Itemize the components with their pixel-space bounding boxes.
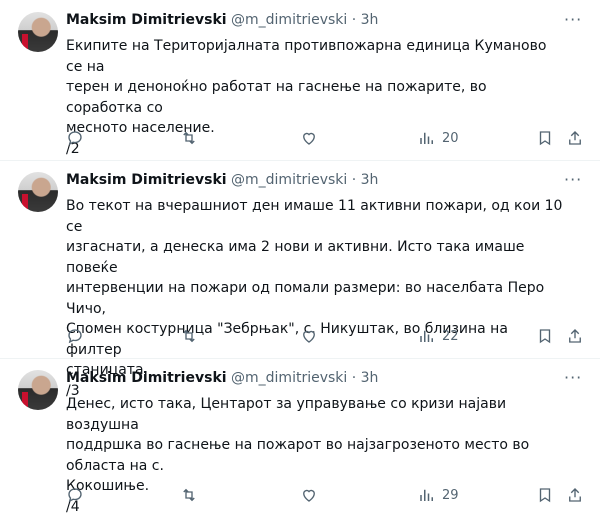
- views-count: 22: [442, 328, 459, 344]
- separator-dot: ·: [351, 370, 357, 386]
- author-handle[interactable]: @m_dimitrievski: [231, 12, 347, 28]
- retweet-button[interactable]: [180, 127, 198, 149]
- views-button[interactable]: 20: [418, 127, 459, 149]
- share-icon: [569, 329, 581, 343]
- share-button[interactable]: [566, 325, 584, 347]
- share-icon: [569, 131, 581, 145]
- reply-icon: [68, 488, 82, 503]
- like-button[interactable]: [300, 484, 318, 506]
- separator-dot: ·: [351, 12, 357, 28]
- retweet-button[interactable]: [180, 484, 198, 506]
- bookmark-icon: [539, 131, 551, 146]
- views-button[interactable]: 22: [418, 325, 459, 347]
- retweet-icon: [183, 488, 195, 502]
- more-icon[interactable]: ···: [564, 368, 582, 387]
- bookmark-button[interactable]: [536, 325, 554, 347]
- reply-icon: [68, 131, 82, 146]
- tweet[interactable]: Maksim Dimitrievski @m_dimitrievski · 3h…: [0, 160, 600, 399]
- author-name[interactable]: Maksim Dimitrievski: [66, 12, 227, 28]
- timestamp[interactable]: 3h: [361, 370, 379, 386]
- views-icon: [420, 132, 433, 144]
- timestamp[interactable]: 3h: [361, 172, 379, 188]
- views-icon: [420, 330, 433, 342]
- like-icon: [303, 132, 315, 145]
- like-icon: [303, 489, 315, 502]
- author-handle[interactable]: @m_dimitrievski: [231, 370, 347, 386]
- tweet-actions: 29: [66, 484, 586, 506]
- tweet-header: Maksim Dimitrievski @m_dimitrievski · 3h: [66, 12, 378, 28]
- author-name[interactable]: Maksim Dimitrievski: [66, 370, 227, 386]
- bookmark-icon: [539, 329, 551, 344]
- avatar[interactable]: [18, 172, 58, 212]
- more-icon[interactable]: ···: [564, 10, 582, 29]
- bookmark-button[interactable]: [536, 484, 554, 506]
- tweet-header: Maksim Dimitrievski @m_dimitrievski · 3h: [66, 370, 378, 386]
- views-icon: [420, 489, 433, 501]
- share-button[interactable]: [566, 484, 584, 506]
- like-icon: [303, 330, 315, 343]
- author-name[interactable]: Maksim Dimitrievski: [66, 172, 227, 188]
- avatar[interactable]: [18, 12, 58, 52]
- tweet-actions: 22: [66, 325, 586, 347]
- more-icon[interactable]: ···: [564, 170, 582, 189]
- share-icon: [569, 488, 581, 502]
- like-button[interactable]: [300, 325, 318, 347]
- views-button[interactable]: 29: [418, 484, 459, 506]
- reply-button[interactable]: [66, 484, 84, 506]
- bookmark-icon: [539, 488, 551, 503]
- reply-icon: [68, 329, 82, 344]
- reply-button[interactable]: [66, 325, 84, 347]
- retweet-icon: [183, 329, 195, 343]
- like-button[interactable]: [300, 127, 318, 149]
- retweet-icon: [183, 131, 195, 145]
- tweet[interactable]: Maksim Dimitrievski @m_dimitrievski · 3h…: [0, 358, 600, 515]
- tweet[interactable]: Maksim Dimitrievski @m_dimitrievski · 3h…: [0, 0, 600, 161]
- views-count: 20: [442, 130, 459, 146]
- timestamp[interactable]: 3h: [361, 12, 379, 28]
- bookmark-button[interactable]: [536, 127, 554, 149]
- avatar[interactable]: [18, 370, 58, 410]
- tweet-actions: 20: [66, 127, 586, 149]
- author-handle[interactable]: @m_dimitrievski: [231, 172, 347, 188]
- share-button[interactable]: [566, 127, 584, 149]
- separator-dot: ·: [351, 172, 357, 188]
- tweet-header: Maksim Dimitrievski @m_dimitrievski · 3h: [66, 172, 378, 188]
- views-count: 29: [442, 487, 459, 503]
- retweet-button[interactable]: [180, 325, 198, 347]
- reply-button[interactable]: [66, 127, 84, 149]
